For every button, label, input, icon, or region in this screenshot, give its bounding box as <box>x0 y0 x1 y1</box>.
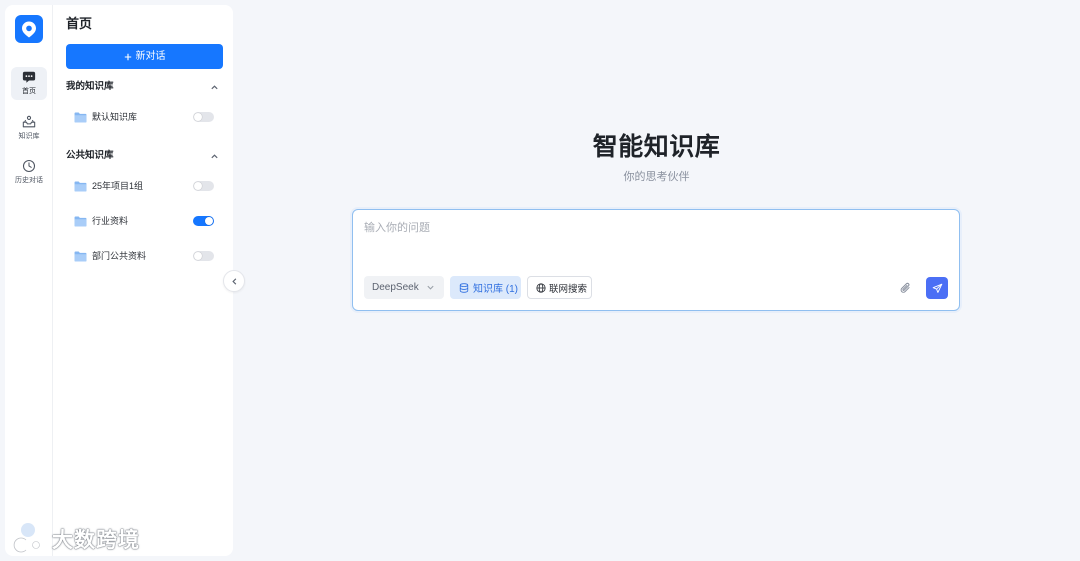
chevron-up-icon[interactable] <box>210 83 219 92</box>
question-input[interactable] <box>364 220 944 260</box>
model-label: DeepSeek <box>372 282 419 293</box>
kb-toggle[interactable] <box>193 112 214 122</box>
folder-icon <box>74 180 87 192</box>
location-pin-icon[interactable] <box>15 15 43 43</box>
rail-item-home[interactable]: 首页 <box>11 67 47 100</box>
chat-composer: DeepSeek 知识库 (1) 联网搜索 <box>352 209 960 311</box>
kb-item[interactable]: 部门公共资料 <box>66 244 223 268</box>
kb-item[interactable]: 25年项目1组 <box>66 174 223 198</box>
kb-toggle[interactable] <box>193 181 214 191</box>
chevron-down-icon <box>426 283 435 292</box>
section-title: 公共知识库 <box>66 150 114 161</box>
toggle-knob <box>205 217 213 225</box>
globe-icon <box>536 282 546 293</box>
web-search-label: 联网搜索 <box>549 283 588 295</box>
chevron-up-icon[interactable] <box>210 152 219 161</box>
kb-toggle[interactable] <box>193 251 214 261</box>
rail-item-history[interactable]: 历史对话 <box>11 156 47 189</box>
new-chat-button[interactable]: 新对话 <box>66 44 223 69</box>
page-title: 智能知识库 <box>592 133 721 161</box>
model-select[interactable]: DeepSeek <box>364 276 444 299</box>
kb-item[interactable]: 默认知识库 <box>66 105 223 129</box>
knowledge-base-button[interactable]: 知识库 (1) <box>450 276 521 299</box>
collapse-sidebar-button[interactable] <box>223 270 245 292</box>
inbox-icon <box>22 115 36 129</box>
web-search-button[interactable]: 联网搜索 <box>527 276 592 299</box>
new-chat-label: 新对话 <box>135 51 166 62</box>
knowledge-base-label: 知识库 (1) <box>473 284 518 295</box>
plus-icon <box>124 53 132 61</box>
page-subtitle: 你的思考伙伴 <box>623 171 690 183</box>
paperclip-icon[interactable] <box>899 281 913 295</box>
folder-icon <box>74 250 87 262</box>
sidebar-title: 首页 <box>66 16 93 31</box>
chat-bubble-icon <box>22 70 36 84</box>
database-icon <box>459 282 469 293</box>
rail-item-knowledge-base[interactable]: 知识库 <box>11 112 47 145</box>
kb-item-label: 部门公共资料 <box>92 251 147 261</box>
folder-icon <box>74 215 87 227</box>
kb-item-label: 默认知识库 <box>92 112 138 122</box>
folder-icon <box>74 111 87 123</box>
kb-item-label: 行业资料 <box>92 216 129 226</box>
section-header-public-kb[interactable]: 公共知识库 <box>66 148 223 164</box>
kb-item-label: 25年项目1组 <box>92 181 144 191</box>
toggle-knob <box>194 113 202 121</box>
kb-item[interactable]: 行业资料 <box>66 209 223 233</box>
rail-item-label: 知识库 <box>18 133 40 140</box>
watermark-logo <box>10 518 46 554</box>
toggle-knob <box>194 182 202 190</box>
clock-icon <box>22 159 36 173</box>
watermark-text: 大数跨境 <box>52 529 140 552</box>
section-header-my-kb[interactable]: 我的知识库 <box>66 79 223 95</box>
kb-toggle[interactable] <box>193 216 214 226</box>
rail-item-label: 历史对话 <box>15 177 43 184</box>
send-button[interactable] <box>926 277 948 299</box>
section-title: 我的知识库 <box>66 81 114 92</box>
rail-item-label: 首页 <box>22 88 36 95</box>
toggle-knob <box>194 252 202 260</box>
